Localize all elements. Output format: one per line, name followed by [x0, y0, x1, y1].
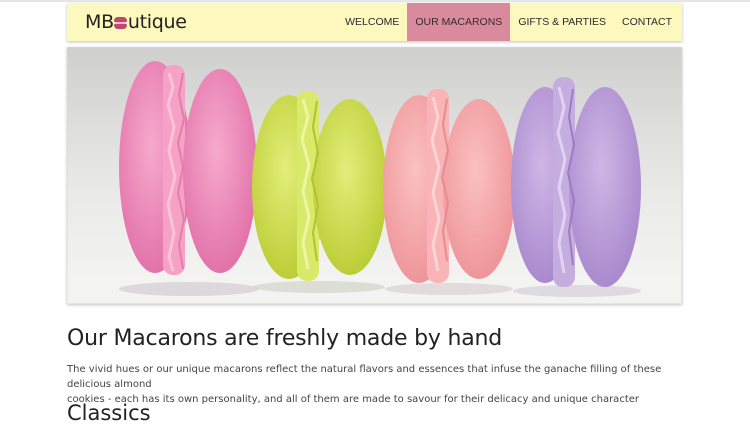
peach-macaron [383, 89, 515, 295]
intro-line-1: The vivid hues or our unique macarons re… [67, 364, 662, 390]
brand-suffix: utique [127, 11, 187, 33]
page-heading: Our Macarons are freshly made by hand [67, 326, 503, 351]
browser-top-rule [0, 0, 750, 2]
nav-item-gifts-parties[interactable]: GIFTS & PARTIES [510, 3, 614, 41]
brand-prefix: MB [85, 11, 114, 33]
intro-line-2: cookies - each has its own personality, … [67, 394, 639, 405]
page: MB utique WELCOME OUR MACARONS GIFTS & PA… [0, 0, 750, 430]
nav-item-contact[interactable]: CONTACT [614, 3, 680, 41]
section-heading-classics: Classics [67, 401, 151, 425]
macaron-logo-icon [114, 17, 128, 29]
nav-item-welcome[interactable]: WELCOME [337, 3, 407, 41]
brand-logo[interactable]: MB utique [67, 3, 187, 41]
hero-image-macarons [67, 47, 682, 304]
main-nav: WELCOME OUR MACARONS GIFTS & PARTIES CON… [337, 3, 682, 41]
intro-paragraph: The vivid hues or our unique macarons re… [67, 362, 687, 407]
navbar: MB utique WELCOME OUR MACARONS GIFTS & PA… [67, 3, 682, 41]
nav-item-our-macarons[interactable]: OUR MACARONS [407, 3, 511, 41]
